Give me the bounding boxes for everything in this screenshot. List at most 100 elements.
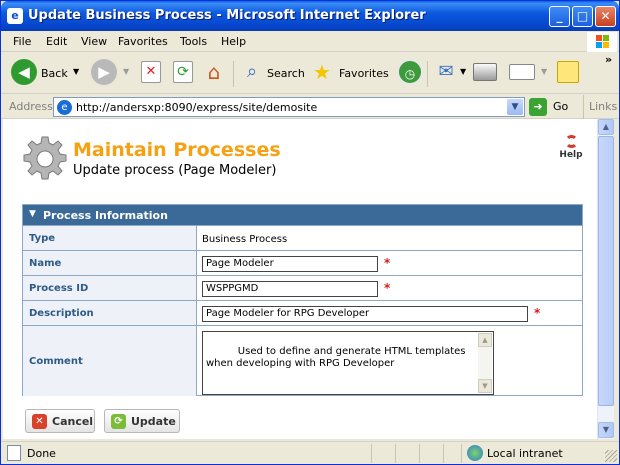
edit-button[interactable]: ▼ [509,59,549,87]
page-icon: e [57,100,72,115]
discuss-button[interactable] [557,59,581,87]
menu-favorites[interactable]: Favorites [118,35,168,48]
mail-dropdown-icon[interactable]: ▼ [460,67,466,76]
standard-toolbar: ◀ Back ▼ ▶ ▼ ✕ ⟳ ⌂ ⌕ Search ★ Favorites … [1,53,619,94]
address-dropdown-icon[interactable]: ▼ [507,99,523,115]
favorites-button[interactable]: ★ Favorites [309,59,391,87]
search-button[interactable]: ⌕ Search [239,59,305,87]
status-bar: Done Local intranet [1,441,619,464]
page-title: Maintain Processes [73,139,281,161]
help-link[interactable]: Help [557,135,585,163]
print-icon [473,63,497,81]
comment-text: Used to define and generate HTML templat… [206,346,469,369]
forward-dropdown-icon[interactable]: ▼ [123,67,129,76]
back-label: Back [41,67,68,80]
edit-dropdown-icon[interactable]: ▼ [541,67,547,76]
resize-grip[interactable] [605,450,617,462]
menu-edit[interactable]: Edit [46,35,67,48]
history-button[interactable]: ◷ [397,59,423,87]
cancel-x-icon: ✕ [32,414,47,429]
scroll-up-arrow-icon[interactable]: ▲ [478,333,492,347]
scroll-thumb[interactable] [598,136,614,406]
refresh-button[interactable]: ⟳ [173,59,195,87]
status-separator [395,444,396,463]
forward-button[interactable]: ▶ ▼ [91,59,131,87]
status-separator [419,444,420,463]
process-info-panel: ▼ Process Information Type Business Proc… [22,204,583,396]
print-button[interactable] [473,59,499,87]
mail-button[interactable]: ✉ ▼ [433,59,469,87]
page-subtitle: Update process (Page Modeler) [73,163,277,178]
menu-file[interactable]: File [13,35,31,48]
required-marker: * [384,281,391,295]
forward-arrow-icon: ▶ [91,59,117,85]
go-arrow-icon: ➜ [529,98,547,116]
type-row: Type Business Process [23,225,582,250]
refresh-icon: ⟳ [173,61,193,83]
page-content: Maintain Processes Update process (Page … [3,119,597,439]
scroll-up-arrow-icon[interactable]: ▲ [598,119,614,135]
maximize-button[interactable]: □ [572,6,593,27]
status-separator [461,444,462,463]
search-icon: ⌕ [246,61,258,82]
status-text: Done [27,447,56,460]
type-label: Type [23,226,197,250]
description-input[interactable]: Page Modeler for RPG Developer [202,306,528,322]
go-button[interactable]: ➜ Go [529,97,579,117]
address-input[interactable]: e http://andersxp:8090/express/site/demo… [53,97,525,117]
update-refresh-icon: ⟳ [111,414,126,429]
discuss-note-icon [557,61,579,83]
address-bar: Address e http://andersxp:8090/express/s… [1,95,619,119]
page-scrollbar[interactable]: ▲ ▼ [597,119,614,439]
process-id-label: Process ID [23,276,197,300]
comment-scrollbar[interactable]: ▲ ▼ [478,333,492,393]
lifebuoy-help-icon [564,135,578,148]
comment-row: Comment Used to define and generate HTML… [23,325,582,396]
edit-page-icon [509,64,535,80]
gear-icon [21,135,69,183]
scroll-down-arrow-icon[interactable]: ▼ [478,379,492,393]
menu-bar: File Edit View Favorites Tools Help [1,31,619,52]
panel-title: Process Information [43,209,168,222]
menu-view[interactable]: View [81,35,107,48]
title-bar[interactable]: e Update Business Process - Microsoft In… [1,1,619,31]
stop-button[interactable]: ✕ [141,59,163,87]
description-row: Description Page Modeler for RPG Develop… [23,300,582,325]
back-dropdown-icon[interactable]: ▼ [73,67,79,76]
favorites-label: Favorites [339,67,389,80]
status-separator [443,444,444,463]
process-id-input[interactable]: WSPPGMD [202,281,378,297]
close-button[interactable]: ✕ [595,6,616,27]
links-toolbar[interactable]: Links [583,95,619,119]
minimize-button[interactable]: _ [549,6,570,27]
intranet-globe-icon [467,445,483,461]
panel-header[interactable]: ▼ Process Information [23,205,582,225]
scroll-down-arrow-icon[interactable]: ▼ [598,422,614,438]
cancel-button[interactable]: ✕ Cancel [25,409,95,433]
address-url: http://andersxp:8090/express/site/demosi… [76,101,318,114]
comment-textarea[interactable]: Used to define and generate HTML templat… [202,331,494,395]
type-value: Business Process [202,234,288,245]
security-zone: Local intranet [487,447,563,460]
menu-help[interactable]: Help [221,35,246,48]
address-label: Address [9,100,53,113]
collapse-triangle-icon: ▼ [29,209,36,219]
required-marker: * [384,256,391,270]
name-label: Name [23,251,197,275]
toolbar-overflow-icon[interactable]: » [605,53,612,66]
menu-tools[interactable]: Tools [180,35,207,48]
go-label: Go [553,100,569,113]
back-arrow-icon: ◀ [11,59,37,85]
history-icon: ◷ [397,59,423,85]
update-button[interactable]: ⟳ Update [104,409,180,433]
search-label: Search [267,67,305,80]
page-done-icon [7,445,21,461]
cancel-label: Cancel [52,415,94,428]
home-button[interactable]: ⌂ [201,59,227,87]
status-separator [371,444,372,463]
process-id-row: Process ID WSPPGMD * [23,275,582,300]
back-button[interactable]: ◀ Back ▼ [11,59,83,87]
toolbar-separator [233,61,234,87]
name-input[interactable]: Page Modeler [202,256,378,272]
ie-window: e Update Business Process - Microsoft In… [0,0,620,465]
